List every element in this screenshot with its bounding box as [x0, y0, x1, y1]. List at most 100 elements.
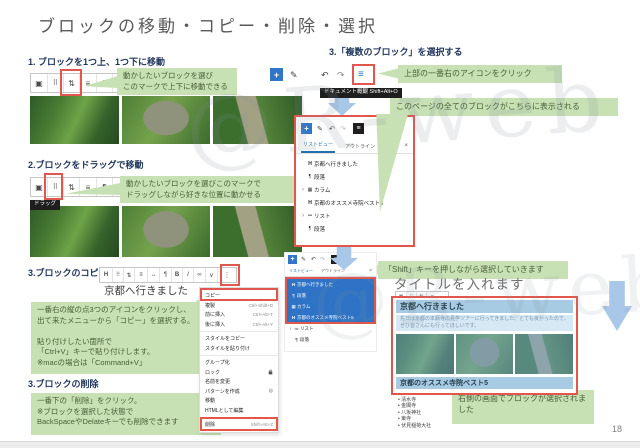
redo-icon[interactable]: ↷ — [320, 256, 325, 263]
photo-garden-steps — [213, 96, 303, 144]
gallery-block-icon[interactable]: ▣ — [31, 74, 48, 92]
paragraph-icon: ¶ — [292, 293, 295, 298]
section-copy-heading: 3.ブロックのコピー — [28, 268, 108, 278]
tab-list-view[interactable]: リストビュー — [301, 139, 336, 153]
move-updown-icon[interactable]: ⇅ — [124, 268, 135, 282]
menu-item-copy-styles[interactable]: スタイルをコピー — [200, 334, 278, 344]
close-icon[interactable]: × — [404, 143, 408, 149]
editor-heading2[interactable]: 京都のオススメ寺院ベスト5 — [396, 377, 573, 389]
list-item-selected[interactable]: ¶ 段落 — [287, 290, 374, 301]
heading-icon: H — [291, 315, 296, 320]
list-item[interactable]: ¶ 段落 — [300, 170, 409, 183]
photo-garden-steps — [213, 206, 303, 257]
redo-icon[interactable]: ↷ — [337, 70, 345, 81]
undo-icon[interactable]: ↶ — [329, 125, 335, 133]
editor-selected-blocks: 京都へ行きました 先日は京都の本願寺の見学ツアーに行ってきました。とても良かった… — [393, 297, 576, 393]
list-item-selected[interactable]: H 京都のオススメ寺院ベスト5 — [287, 312, 374, 323]
list-view-panel-selected: + ✎ ↶ ↷ ≡ リストビュー アウトライン × H京都へ行きました ¶段落 … — [284, 252, 377, 352]
swap-icon[interactable]: ↔ — [148, 268, 160, 282]
callout-panel: このページの全てのブロックがこちらに表示される — [390, 98, 618, 116]
menu-item-delete[interactable]: 削除 Shift+Alt+Z — [200, 420, 278, 430]
bold-icon[interactable]: B — [172, 268, 183, 282]
down-arrow-3 — [602, 281, 632, 331]
page-title: ブロックの移動・コピー・削除・選択 — [38, 17, 378, 36]
heading-icon: H — [308, 199, 312, 206]
document-overview-tooltip: ドキュメント概観 Shift+Alt+O — [320, 88, 402, 98]
menu-item-duplicate[interactable]: 複製 Ctrl+Shift+D — [200, 301, 278, 311]
gallery-block-icon[interactable]: ▣ — [31, 178, 48, 196]
pencil-tools-icon[interactable]: ✎ — [317, 125, 323, 133]
editor-gallery — [396, 334, 574, 374]
editor-bullet-list: 清水寺 金閣寺 八坂神社 東寺 伏見稲荷大社 — [398, 397, 431, 429]
gallery-images-1 — [30, 96, 303, 144]
menu-item-lock[interactable]: ロック — [200, 368, 278, 378]
columns-icon: ▦ — [291, 303, 296, 309]
italic-icon[interactable]: I — [183, 268, 194, 282]
lock-icon — [268, 369, 273, 375]
menu-item-paste-styles[interactable]: スタイルを貼り付け — [200, 344, 278, 354]
list-item-selected[interactable]: H 京都へ行きました — [287, 279, 374, 290]
heading-icon: H — [291, 282, 296, 287]
tab-outline[interactable]: アウトライン — [321, 268, 345, 274]
redo-icon[interactable]: ↷ — [340, 125, 346, 133]
menu-item-insert-before[interactable]: 前に挿入 Ctrl+Alt+T — [200, 310, 278, 320]
undo-icon[interactable]: ↶ — [311, 256, 316, 263]
menu-item-create-pattern[interactable]: パターンを作成 ◎ — [200, 387, 278, 397]
photo-stone-statue — [121, 206, 211, 257]
list-item[interactable]: › ▦ カラム — [300, 183, 409, 196]
menu-divider — [200, 331, 278, 332]
undo-icon[interactable]: ↶ — [321, 70, 329, 81]
drag-tooltip: ドラッグ — [30, 200, 61, 210]
list-view-active-icon[interactable]: ≡ — [353, 123, 364, 134]
menu-item-copy[interactable]: コピー — [200, 291, 278, 301]
list-item[interactable]: › ≔ リスト — [300, 209, 409, 222]
link-icon[interactable]: ∞ — [194, 268, 206, 282]
pencil-tools-icon[interactable]: ✎ — [301, 256, 306, 263]
close-icon[interactable]: × — [369, 268, 372, 274]
paragraph-icon[interactable]: ¶ — [160, 268, 172, 282]
editor-heading1[interactable]: 京都へ行きました — [396, 300, 573, 313]
inserter-plus-button[interactable]: + — [288, 255, 297, 264]
heading-icon: H — [308, 160, 312, 167]
list-item[interactable]: ¶ 段落 — [300, 222, 409, 235]
callout-section2: 動かしたいブロックを選びこのマークで ドラッグしながら好きな位置に動かせる — [120, 176, 316, 203]
paragraph-icon: ¶ — [308, 225, 312, 232]
options-ellipsis-icon[interactable]: ⋮ — [218, 268, 236, 282]
page-number: 18 — [612, 424, 623, 434]
heading-block-icon[interactable]: H — [100, 268, 113, 282]
tab-list-view[interactable]: リストビュー — [289, 268, 313, 274]
menu-item-rename[interactable]: 名前を変更 — [200, 377, 278, 387]
tab-outline[interactable]: アウトライン — [345, 143, 375, 150]
inserter-plus-button[interactable]: + — [270, 68, 283, 81]
align-icon[interactable]: ≡ — [80, 74, 97, 92]
menu-divider — [200, 355, 278, 356]
inserter-plus-button[interactable]: + — [301, 123, 312, 134]
move-updown-icon[interactable]: ⇅ — [64, 74, 80, 92]
menu-item-move[interactable]: 移動 — [200, 396, 278, 406]
list-item[interactable]: H 京都のオススメ寺院ベスト5 — [300, 196, 409, 209]
columns-icon: ▦ — [307, 186, 313, 193]
editor-title-placeholder[interactable]: タイトルを入れます — [394, 273, 525, 293]
photo-stone-statue — [121, 96, 211, 144]
list-item[interactable]: ¶ 段落 — [287, 334, 374, 345]
drag-handle-icon[interactable]: ⠿ — [113, 268, 124, 282]
chevron-down-icon[interactable]: ∨ — [206, 268, 218, 282]
menu-item-edit-html[interactable]: HTMLとして編集 — [200, 406, 278, 416]
menu-item-group[interactable]: グループ化 — [200, 358, 278, 368]
pattern-icon: ◎ — [268, 388, 273, 395]
drag-handle-icon[interactable]: ⠿ — [48, 178, 64, 196]
align-icon[interactable]: ≡ — [135, 268, 148, 282]
bullet-item[interactable]: 伏見稲荷大社 — [398, 423, 431, 429]
menu-item-insert-after[interactable]: 後に挿入 Ctrl+Alt+Y — [200, 320, 278, 330]
photo-forest-path — [396, 334, 454, 374]
list-item[interactable]: › ≔ リスト — [287, 323, 374, 334]
pencil-tools-icon[interactable]: ✎ — [290, 70, 298, 81]
list-item-selected[interactable]: ▦ カラム — [287, 301, 374, 312]
editor-paragraph[interactable]: 先日は京都の本願寺の見学ツアーに行ってきました。とても良かったので、ぜひ皆さんに… — [396, 315, 573, 331]
list-icon: ≔ — [307, 212, 313, 219]
paragraph-icon: ¶ — [295, 337, 298, 342]
drag-handle-icon[interactable]: ⠿ — [48, 74, 64, 92]
list-view-icon[interactable]: ≡ — [358, 69, 364, 80]
section-delete-heading: 3.ブロックの削除 — [28, 379, 99, 389]
paragraph-icon: ¶ — [308, 173, 312, 180]
